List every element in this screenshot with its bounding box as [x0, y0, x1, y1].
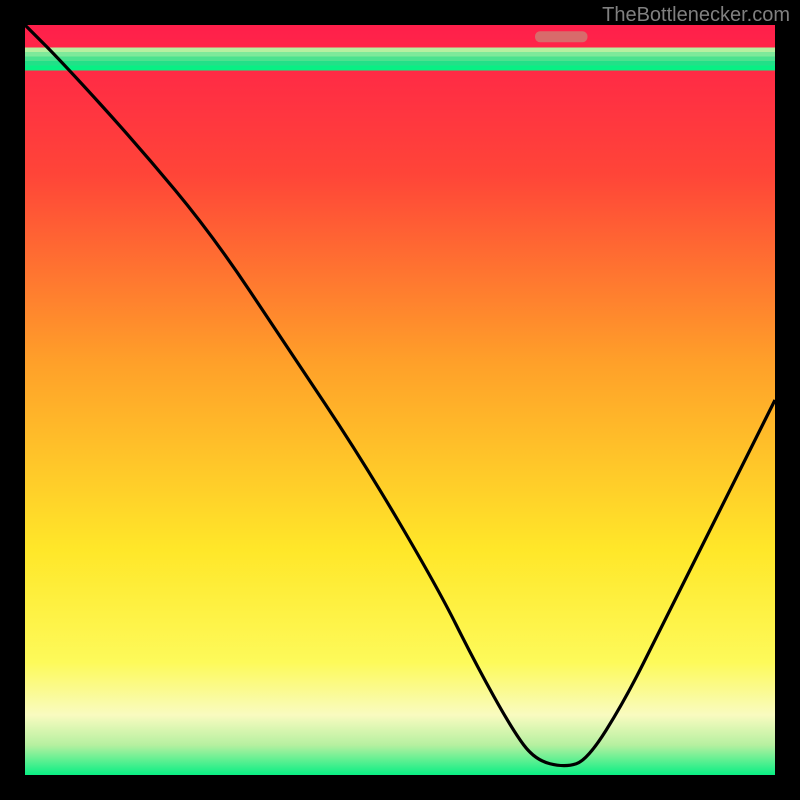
optimal-marker [535, 31, 588, 42]
gradient-background [25, 25, 775, 775]
watermark-text: TheBottlenecker.com [602, 4, 790, 27]
green-band [25, 48, 775, 71]
chart-container: TheBottlenecker.com [0, 0, 800, 800]
chart-svg [25, 25, 775, 775]
plot-area [25, 25, 775, 775]
